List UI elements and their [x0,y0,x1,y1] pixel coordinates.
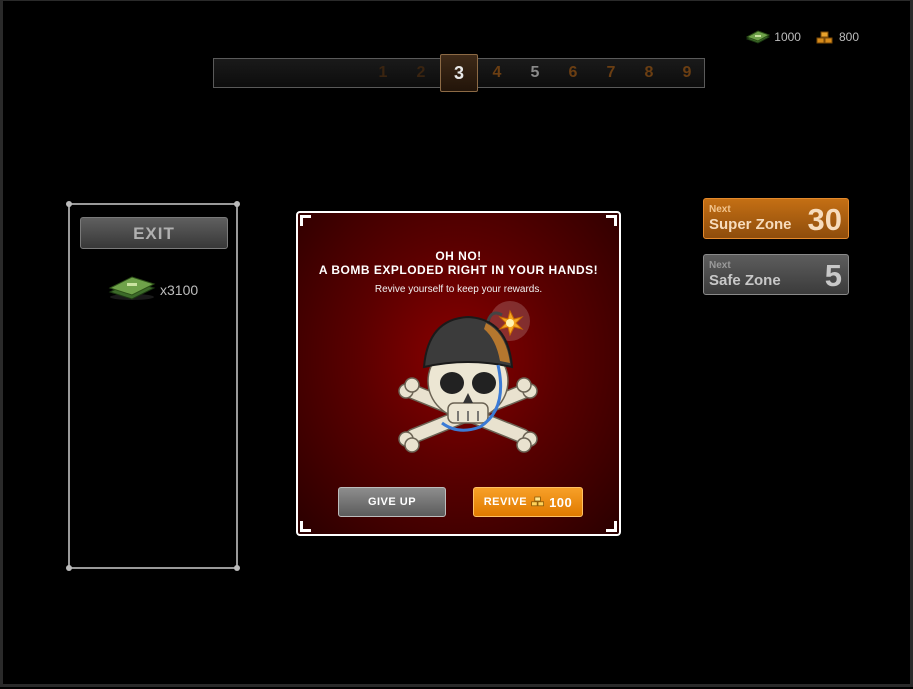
dialog-title: OH NO! [435,249,482,263]
next-super-zone-card: Next Super Zone 30 [703,198,849,239]
panel-corner [66,565,72,571]
zone-1: 1 [378,64,388,81]
next-safe-caption: Next [709,260,731,271]
rewards-panel: EXIT x3100 [66,201,240,571]
cash-stack-icon [746,30,771,44]
dialog-corner [300,215,311,226]
zone-4: 4 [492,64,502,81]
panel-corner [234,201,240,207]
currency-bar: 1000 800 [746,29,859,45]
dialog-corner [606,521,617,532]
collected-reward: x3100 [108,275,198,304]
next-safe-zone-card: Next Safe Zone 5 [703,254,849,295]
gold-bars-icon [530,494,546,511]
zone-8: 8 [644,64,654,81]
revive-button[interactable]: REVIVE 100 [473,487,583,517]
zone-6: 6 [568,64,578,81]
zone-5: 5 [530,64,540,81]
gold-bars-icon [815,29,835,45]
panel-corner [234,565,240,571]
zone-progress-bar: 1 2 3 4 5 6 7 8 9 [213,54,705,92]
cash-balance: 1000 [746,30,801,44]
dialog-corner [300,521,311,532]
dialog-subtitle: Revive yourself to keep your rewards. [374,284,543,295]
zone-9: 9 [682,64,692,81]
zone-current: 3 [440,54,478,92]
gold-balance: 800 [815,29,859,45]
gold-value: 800 [838,30,859,44]
next-safe-label: Safe Zone [709,272,781,289]
revive-label: REVIVE [483,496,528,508]
cash-value: 1000 [774,30,801,44]
next-safe-number: 5 [824,258,842,293]
bomb-exploded-dialog: OH NO! A BOMB EXPLODED RIGHT IN YOUR HAN… [296,211,621,536]
skull-bomb-icon [388,299,548,476]
next-super-label: Super Zone [709,216,792,233]
zone-2: 2 [416,64,426,81]
give-up-button[interactable]: GIVE UP [338,487,446,517]
panel-corner [66,201,72,207]
dialog-title-line2: A BOMB EXPLODED RIGHT IN YOUR HANDS! [318,263,599,277]
exit-button[interactable]: EXIT [80,217,228,249]
dialog-corner [606,215,617,226]
cash-stack-icon [108,275,156,304]
next-super-number: 30 [807,202,842,237]
revive-cost: 100 [549,494,573,510]
reward-amount: x3100 [160,281,199,298]
zone-7: 7 [606,64,616,81]
next-super-caption: Next [709,204,731,215]
